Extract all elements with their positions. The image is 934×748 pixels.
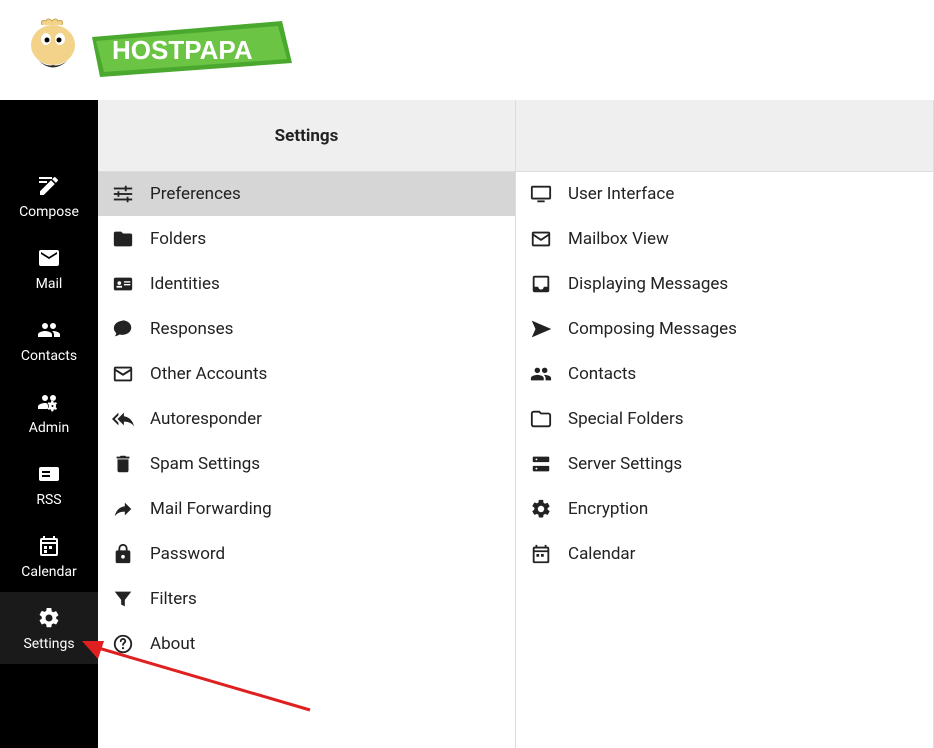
nav-label: Settings <box>23 636 74 652</box>
pref-special-folders[interactable]: Special Folders <box>516 397 933 442</box>
nav-rss[interactable]: RSS <box>0 448 98 520</box>
calendar-icon <box>530 543 552 565</box>
reply-all-icon <box>112 408 134 430</box>
settings-header: Settings <box>98 100 515 172</box>
content-area: Settings Preferences Folders Identities … <box>98 100 934 748</box>
server-icon <box>530 453 552 475</box>
settings-item-spam[interactable]: Spam Settings <box>98 442 515 487</box>
item-label: Other Accounts <box>150 364 267 384</box>
speech-icon <box>112 318 134 340</box>
settings-item-identities[interactable]: Identities <box>98 262 515 307</box>
item-label: Responses <box>150 319 233 339</box>
item-label: Identities <box>150 274 220 294</box>
pref-encryption[interactable]: Encryption <box>516 487 933 532</box>
mail-icon <box>36 246 62 270</box>
item-label: Folders <box>150 229 206 249</box>
settings-item-autoresponder[interactable]: Autoresponder <box>98 397 515 442</box>
nav-calendar[interactable]: Calendar <box>0 520 98 592</box>
nav-label: Contacts <box>21 348 77 364</box>
item-label: Mailbox View <box>568 229 669 249</box>
compose-icon <box>36 174 62 198</box>
item-label: Filters <box>150 589 197 609</box>
sliders-icon <box>112 183 134 205</box>
nav-compose[interactable]: Compose <box>0 160 98 232</box>
nav-settings[interactable]: Settings <box>0 592 98 664</box>
main-row: Compose Mail Contacts Admin RSS Calendar… <box>0 100 934 748</box>
nav-label: Mail <box>36 276 63 292</box>
nav-mail[interactable]: Mail <box>0 232 98 304</box>
settings-item-preferences[interactable]: Preferences <box>98 172 515 217</box>
trash-icon <box>112 453 134 475</box>
item-label: Displaying Messages <box>568 274 728 294</box>
pref-displaying-messages[interactable]: Displaying Messages <box>516 262 933 307</box>
item-label: Encryption <box>568 499 648 519</box>
question-circle-icon <box>112 633 134 655</box>
id-card-icon <box>112 273 134 295</box>
item-label: Contacts <box>568 364 636 384</box>
settings-item-filters[interactable]: Filters <box>98 577 515 622</box>
item-label: Server Settings <box>568 454 682 474</box>
settings-item-about[interactable]: About <box>98 622 515 667</box>
preferences-column: User Interface Mailbox View Displaying M… <box>516 100 934 748</box>
nav-label: RSS <box>36 492 61 508</box>
item-label: Mail Forwarding <box>150 499 272 519</box>
settings-column: Settings Preferences Folders Identities … <box>98 100 516 748</box>
item-label: Special Folders <box>568 409 683 429</box>
logo-area: HOSTPAPA <box>0 0 934 100</box>
forward-icon <box>112 498 134 520</box>
filter-icon <box>112 588 134 610</box>
contacts-group-icon <box>530 363 552 385</box>
folder-outline-icon <box>530 408 552 430</box>
settings-item-password[interactable]: Password <box>98 532 515 577</box>
nav-label: Admin <box>29 420 69 436</box>
nav-label: Compose <box>19 204 79 220</box>
settings-item-other-accounts[interactable]: Other Accounts <box>98 352 515 397</box>
envelope-outline-icon <box>530 228 552 250</box>
svg-text:HOSTPAPA: HOSTPAPA <box>112 35 253 65</box>
settings-list: Preferences Folders Identities Responses… <box>98 172 515 748</box>
hostpapa-logo: HOSTPAPA <box>18 15 292 85</box>
pref-calendar[interactable]: Calendar <box>516 532 933 577</box>
gear-icon <box>36 606 62 630</box>
settings-item-folders[interactable]: Folders <box>98 217 515 262</box>
calendar-icon <box>36 534 62 558</box>
item-label: About <box>150 634 195 654</box>
item-label: Calendar <box>568 544 635 564</box>
pref-mailbox-view[interactable]: Mailbox View <box>516 217 933 262</box>
nav-sidebar: Compose Mail Contacts Admin RSS Calendar… <box>0 100 98 748</box>
envelope-open-icon <box>112 363 134 385</box>
folder-icon <box>112 228 134 250</box>
preferences-header <box>516 100 933 172</box>
item-label: Autoresponder <box>150 409 262 429</box>
pref-contacts[interactable]: Contacts <box>516 352 933 397</box>
item-label: User Interface <box>568 184 674 204</box>
contacts-icon <box>36 318 62 342</box>
gear-icon <box>530 498 552 520</box>
nav-admin[interactable]: Admin <box>0 376 98 448</box>
pref-server-settings[interactable]: Server Settings <box>516 442 933 487</box>
lock-icon <box>112 543 134 565</box>
inbox-icon <box>530 273 552 295</box>
item-label: Composing Messages <box>568 319 737 339</box>
settings-item-forwarding[interactable]: Mail Forwarding <box>98 487 515 532</box>
pref-composing-messages[interactable]: Composing Messages <box>516 307 933 352</box>
hostpapa-wordmark-icon: HOSTPAPA <box>92 19 292 81</box>
settings-item-responses[interactable]: Responses <box>98 307 515 352</box>
rss-icon <box>36 462 62 486</box>
item-label: Password <box>150 544 225 564</box>
preferences-list: User Interface Mailbox View Displaying M… <box>516 172 933 748</box>
nav-label: Calendar <box>21 564 77 580</box>
monitor-icon <box>530 183 552 205</box>
item-label: Spam Settings <box>150 454 260 474</box>
pref-user-interface[interactable]: User Interface <box>516 172 933 217</box>
item-label: Preferences <box>150 184 241 204</box>
paper-plane-icon <box>530 318 552 340</box>
mascot-icon <box>18 15 88 85</box>
nav-contacts[interactable]: Contacts <box>0 304 98 376</box>
admin-icon <box>36 390 62 414</box>
